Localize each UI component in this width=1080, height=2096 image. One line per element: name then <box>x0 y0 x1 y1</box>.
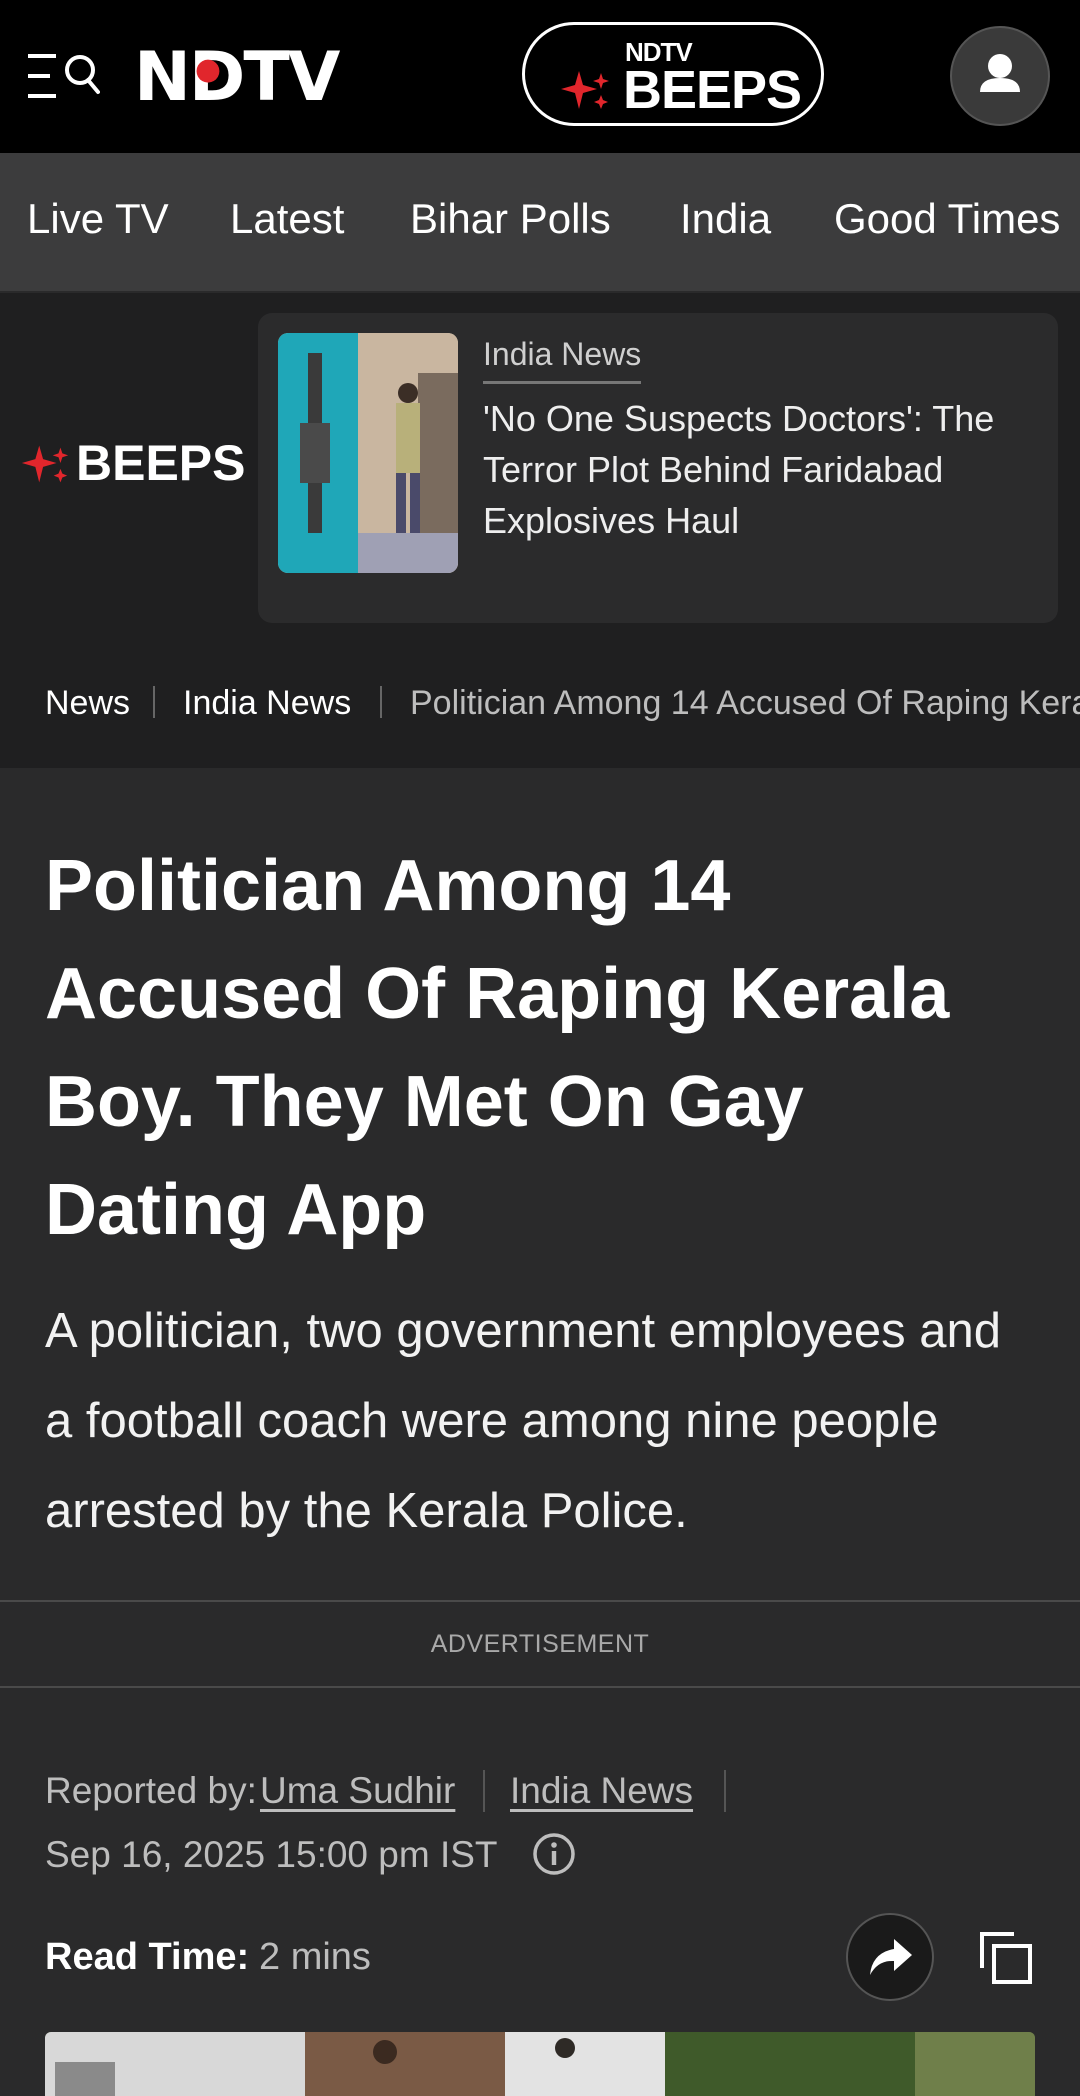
copy-icon[interactable] <box>976 1928 1036 1988</box>
tab-live-tv[interactable]: Live TV <box>27 193 169 245</box>
breadcrumb-news[interactable]: News <box>45 680 130 726</box>
breadcrumb: News India News Politician Among 14 Accu… <box>0 642 1080 768</box>
spark-icon <box>561 71 609 109</box>
beep-category[interactable]: India News <box>483 333 642 384</box>
publish-date: Sep 16, 2025 15:00 pm IST <box>45 1834 498 1875</box>
tab-good-times[interactable]: Good Times <box>834 193 1060 245</box>
share-button[interactable] <box>846 1913 934 2001</box>
top-header: ND ● TV NDTV BEEPS <box>0 0 1080 153</box>
breadcrumb-current: Politician Among 14 Accused Of Raping Ke… <box>410 684 1080 722</box>
category-link[interactable]: India News <box>510 1768 693 1814</box>
ndtv-logo[interactable]: ND ● TV <box>134 44 340 112</box>
beeps-label: BEEPS <box>623 60 802 120</box>
spark-icon <box>21 445 69 483</box>
beep-thumbnail <box>278 333 458 573</box>
read-time-value: 2 mins <box>259 1936 371 1978</box>
menu-search-icon[interactable] <box>28 52 100 102</box>
reported-by-label: Reported by: <box>45 1770 257 1811</box>
breadcrumb-separator <box>153 686 155 718</box>
advertisement-label: ADVERTISEMENT <box>0 1600 1080 1688</box>
info-icon[interactable] <box>532 1832 576 1876</box>
beep-headline[interactable]: 'No One Suspects Doctors': The Terror Pl… <box>483 393 1043 546</box>
share-icon <box>870 1939 912 1975</box>
article-headline: Politician Among 14 Accused Of Raping Ke… <box>45 846 950 1250</box>
breadcrumb-india-news[interactable]: India News <box>183 680 351 726</box>
user-account-button[interactable] <box>950 26 1050 126</box>
tab-india[interactable]: India <box>680 193 771 245</box>
section-nav: Live TV Latest Bihar Polls India Good Ti… <box>0 153 1080 291</box>
read-time-label: Read Time: <box>45 1936 250 1978</box>
beep-story-card[interactable]: India News 'No One Suspects Doctors': Th… <box>258 313 1058 623</box>
article-hero-image <box>45 2032 1035 2096</box>
article-summary: A politician, two government employees a… <box>45 1304 1002 1538</box>
beeps-strip-label: BEEPS <box>76 435 246 491</box>
beeps-strip: BEEPS India News 'No One Suspects Doctor… <box>0 293 1080 642</box>
tab-latest[interactable]: Latest <box>230 193 344 245</box>
meta-separator <box>724 1770 726 1812</box>
author-link[interactable]: Uma Sudhir <box>260 1768 455 1814</box>
breadcrumb-separator <box>380 686 382 718</box>
user-icon <box>980 54 1020 92</box>
tab-bihar-polls[interactable]: Bihar Polls <box>410 193 611 245</box>
meta-separator <box>483 1770 485 1812</box>
beeps-button[interactable]: NDTV BEEPS <box>522 22 824 126</box>
